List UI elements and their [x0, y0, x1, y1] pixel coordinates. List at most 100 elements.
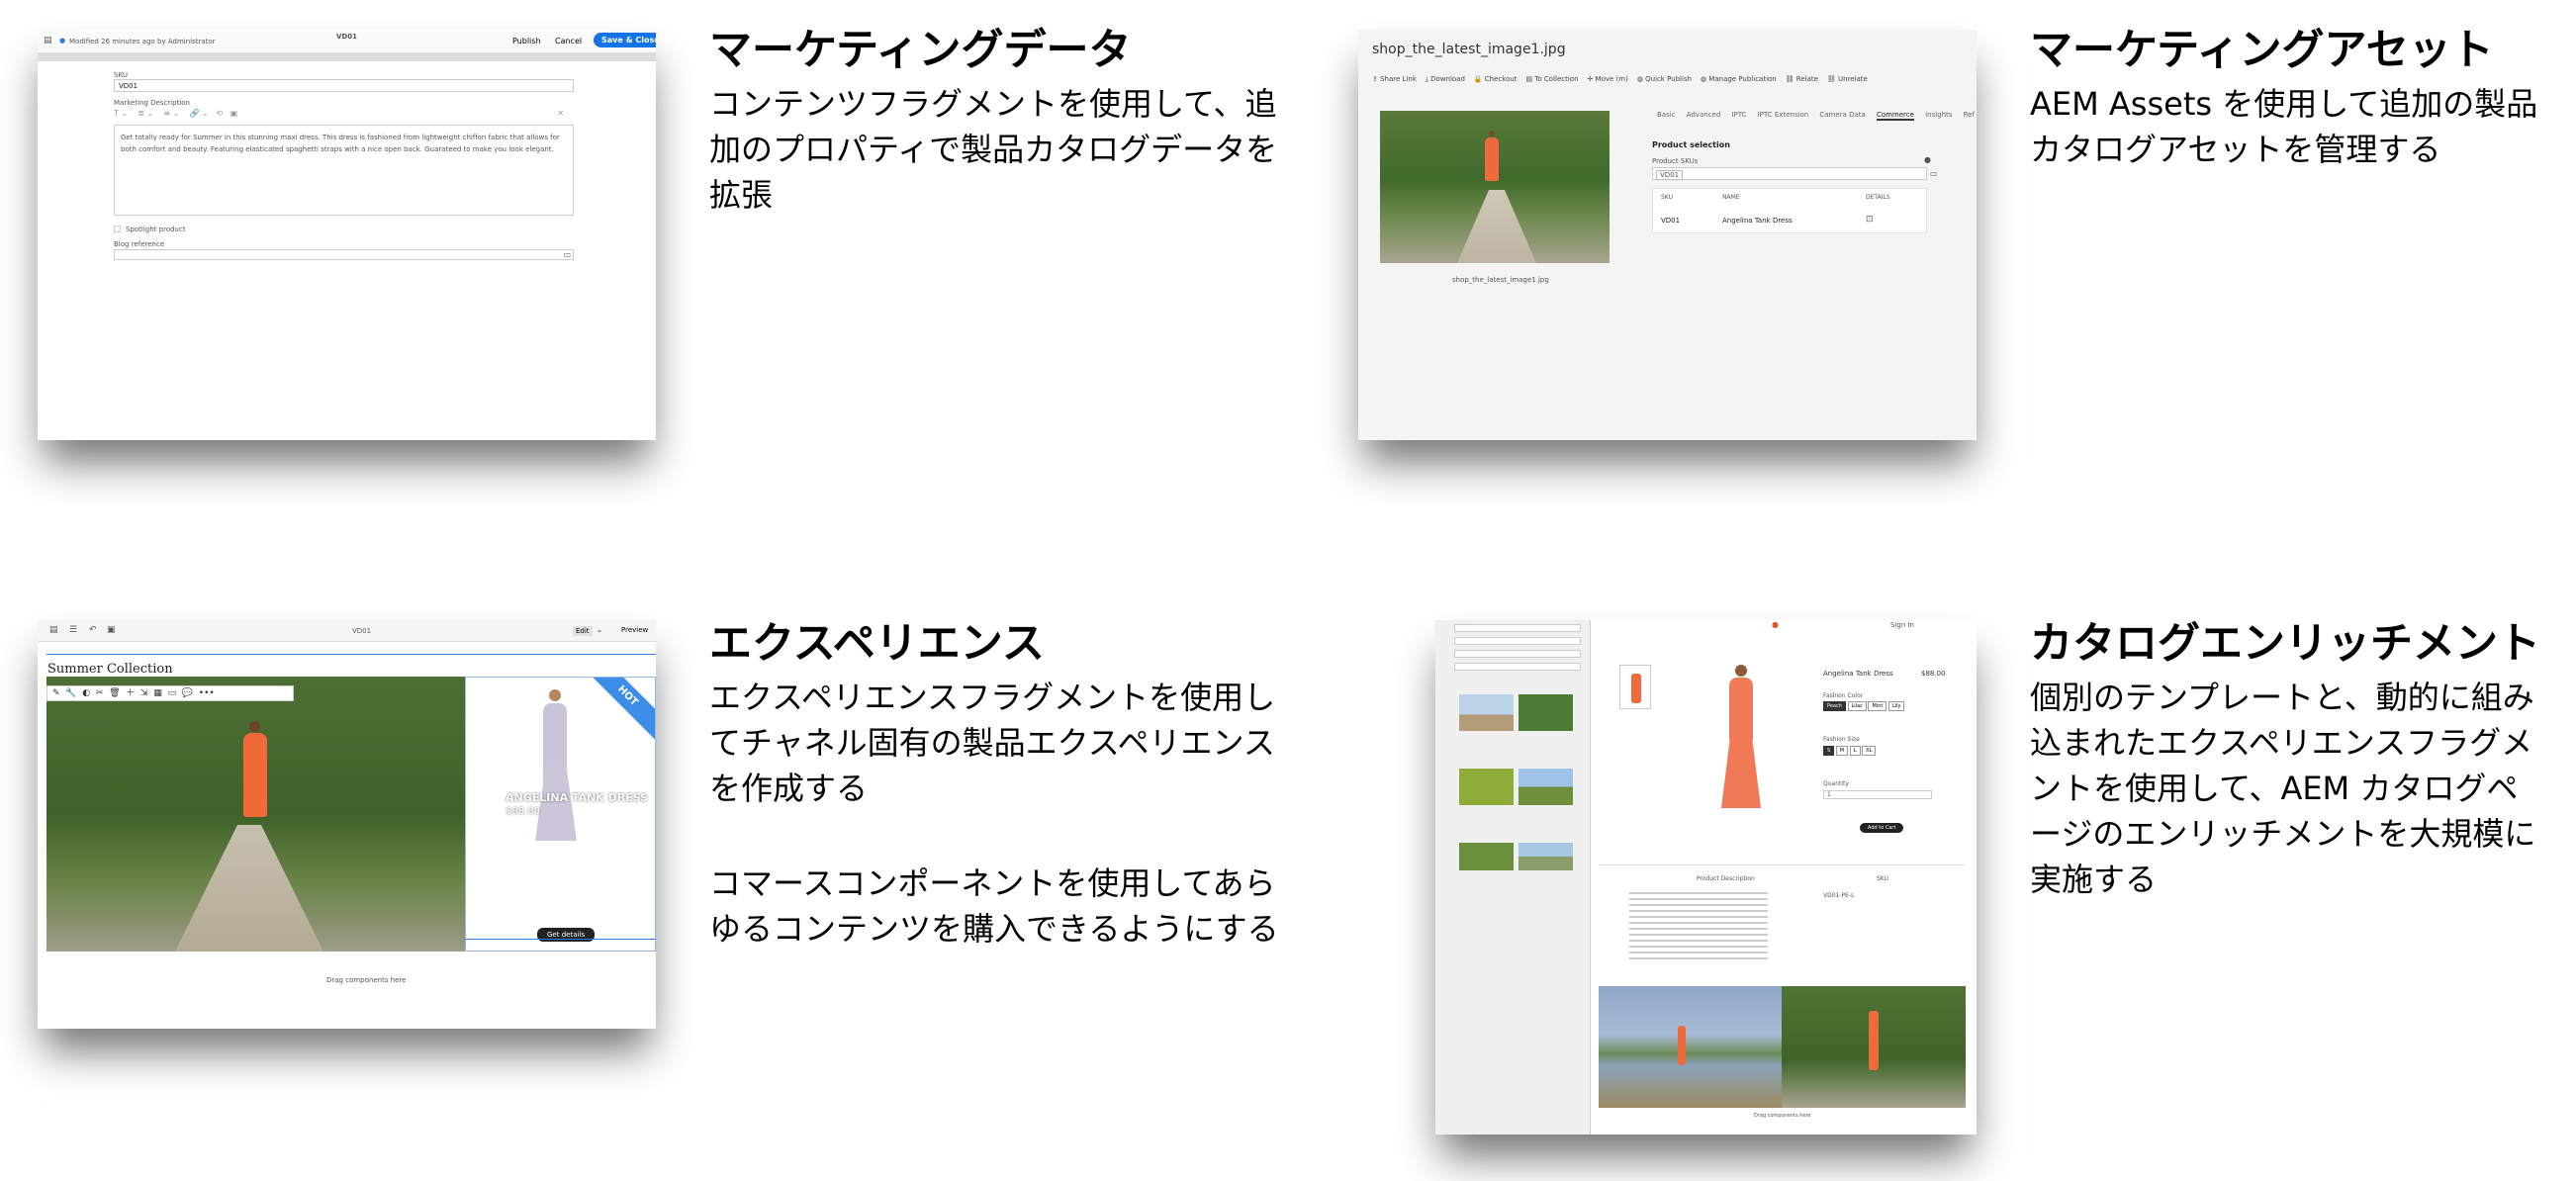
tab-insights[interactable]: Insights	[1925, 111, 1952, 119]
xf-editor-screenshot: ▤ ☰ ↶ ▣ VD01 Edit ⌄ Preview Summer Colle…	[38, 620, 656, 1029]
asset-thumb-2[interactable]	[1518, 694, 1573, 731]
more-icon[interactable]: •••	[199, 688, 215, 698]
details-icon[interactable]: ⊡	[1866, 215, 1874, 225]
drag-components-placeholder: Drag components here	[1754, 1113, 1811, 1119]
color-peach[interactable]: Peach	[1823, 701, 1846, 711]
to-collection-button[interactable]: ▤ To Collection	[1525, 75, 1578, 83]
product-skus-field[interactable]: VD01	[1652, 167, 1927, 180]
size-xl[interactable]: XL	[1862, 746, 1877, 756]
properties-icon[interactable]: ☰	[69, 625, 77, 635]
panel-1-text: コンテンツフラグメントを使用して、追加のプロパティで製品カタログデータを拡張	[709, 85, 1278, 214]
asset-filter-2[interactable]	[1454, 637, 1581, 645]
share-icon: ⇪	[1372, 75, 1378, 83]
color-lily[interactable]: Lily	[1887, 701, 1905, 711]
cf-name: VD01	[336, 33, 357, 41]
sku-field[interactable]: VD01	[114, 79, 574, 92]
asset-filter-3[interactable]	[1454, 650, 1581, 658]
download-button[interactable]: ⤓ Download	[1426, 75, 1465, 83]
tab-basic[interactable]: Basic	[1657, 111, 1676, 119]
size-m[interactable]: M	[1835, 746, 1849, 756]
edit-icon[interactable]: ✎	[52, 688, 60, 698]
group-icon[interactable]: ▭	[168, 688, 177, 698]
comment-icon[interactable]: 💬	[182, 688, 193, 698]
cut-icon[interactable]: ✂	[96, 688, 104, 698]
section-heading: Summer Collection	[47, 662, 173, 677]
panel-3-title: エクスペリエンス	[709, 619, 1045, 669]
tab-camera-data[interactable]: Camera Data	[1819, 111, 1865, 119]
size-label: Fashion Size	[1823, 736, 1860, 743]
configure-icon[interactable]: 🔧	[65, 688, 76, 698]
size-l[interactable]: L	[1849, 746, 1861, 756]
asset-thumb-3[interactable]	[1459, 769, 1514, 805]
asset-thumb-1[interactable]	[1459, 694, 1514, 731]
asset-thumb-5[interactable]	[1459, 843, 1514, 870]
edit-mode-button[interactable]: Edit	[573, 626, 593, 636]
folder-icon[interactable]: ▭	[563, 250, 571, 259]
asset-thumb-4[interactable]	[1518, 769, 1573, 805]
link-icon: ⛓	[1785, 75, 1794, 83]
color-mint[interactable]: Mint	[1868, 701, 1887, 711]
quick-publish-button[interactable]: ◍ Quick Publish	[1637, 75, 1692, 83]
checkout-button[interactable]: 🔒 Checkout	[1474, 75, 1518, 83]
size-s[interactable]: S	[1823, 746, 1835, 756]
picker-icon[interactable]: ▭	[1930, 169, 1938, 178]
publish-button[interactable]: Publish	[512, 37, 541, 45]
blog-reference-label: Blog reference	[114, 240, 165, 248]
download-icon: ⤓	[1425, 75, 1428, 83]
manage-publication-button[interactable]: ◍ Manage Publication	[1701, 75, 1777, 83]
product-thumbnail[interactable]	[1619, 665, 1651, 709]
cf-scroll-track	[38, 53, 656, 61]
share-link-button[interactable]: ⇪ Share Link	[1372, 75, 1417, 83]
sidebar-toggle-icon[interactable]: ▤	[49, 625, 58, 635]
xf-name: VD01	[352, 627, 372, 635]
hot-badge: HOT	[584, 678, 655, 740]
info-icon: ●	[1924, 155, 1931, 164]
tab-references[interactable]: Ref	[1964, 111, 1975, 119]
delete-icon[interactable]: 🗑	[109, 688, 120, 698]
asset-thumb-6[interactable]	[1518, 843, 1573, 870]
component-frame-bottom	[465, 939, 656, 940]
sign-in-link[interactable]: Sign In	[1890, 621, 1914, 629]
cancel-button[interactable]: Cancel	[555, 37, 582, 45]
product-skus-label: Product SKUs	[1652, 157, 1699, 165]
undo-icon[interactable]: ↶	[89, 625, 97, 635]
teaser-title: ANGELINA TANK DRESS	[506, 791, 649, 804]
move-icon: ✛	[1587, 75, 1594, 83]
lock-icon: 🔒	[1473, 75, 1483, 83]
description-text	[1629, 892, 1768, 961]
tab-commerce[interactable]: Commerce	[1876, 111, 1914, 121]
emulator-icon[interactable]: ▣	[107, 625, 116, 635]
color-lilac[interactable]: Lilac	[1847, 701, 1867, 711]
cart-icon[interactable]: ●	[1772, 620, 1779, 629]
layout-icon[interactable]: ▦	[153, 688, 162, 698]
tab-iptc-extension[interactable]: IPTC Extension	[1758, 111, 1809, 119]
blog-reference-field[interactable]: ▭	[114, 249, 574, 260]
asset-search[interactable]	[1454, 663, 1581, 671]
sidebar-toggle-icon[interactable]: ▤	[44, 36, 52, 45]
tab-advanced[interactable]: Advanced	[1687, 111, 1721, 119]
spotlight-checkbox[interactable]	[114, 226, 121, 232]
assets-screenshot: shop_the_latest_image1.jpg ⇪ Share Link …	[1358, 30, 1977, 440]
description-editor[interactable]: Get totally ready for Summer in this stu…	[114, 125, 574, 216]
style-icon[interactable]: ◐	[82, 688, 90, 698]
asset-filter-1[interactable]	[1454, 624, 1581, 632]
relate-button[interactable]: ⛓ Relate	[1786, 75, 1818, 83]
assets-sidebar	[1435, 620, 1591, 1135]
sku-tag[interactable]: VD01	[1656, 170, 1684, 180]
status-dot-icon: ●	[59, 37, 66, 45]
mode-dropdown[interactable]: ⌄	[597, 626, 602, 634]
add-to-cart-button[interactable]: Add to Cart	[1860, 823, 1904, 833]
component-toolbar: ✎ 🔧 ◐ ✂ 🗑 ＋ ⇲ ▦ ▭ 💬 •••	[46, 685, 294, 701]
unrelate-button[interactable]: ⛓ Unrelate	[1827, 75, 1868, 83]
parent-icon[interactable]: ⇲	[140, 688, 148, 698]
spotlight-label: Spotlight product	[126, 226, 186, 233]
tab-iptc[interactable]: IPTC	[1731, 111, 1746, 119]
asset-filename: shop_the_latest_image1.jpg	[1372, 42, 1566, 57]
quantity-select[interactable]: 1	[1823, 790, 1932, 799]
preview-button[interactable]: Preview	[621, 626, 648, 634]
insert-icon[interactable]: ＋	[126, 688, 135, 698]
save-close-button[interactable]: Save & Close	[594, 33, 656, 47]
move-button[interactable]: ✛ Move (m)	[1587, 75, 1627, 83]
quantity-label: Quantity	[1823, 780, 1849, 787]
cf-modified-text: Modified 26 minutes ago by Administrator	[69, 38, 216, 45]
